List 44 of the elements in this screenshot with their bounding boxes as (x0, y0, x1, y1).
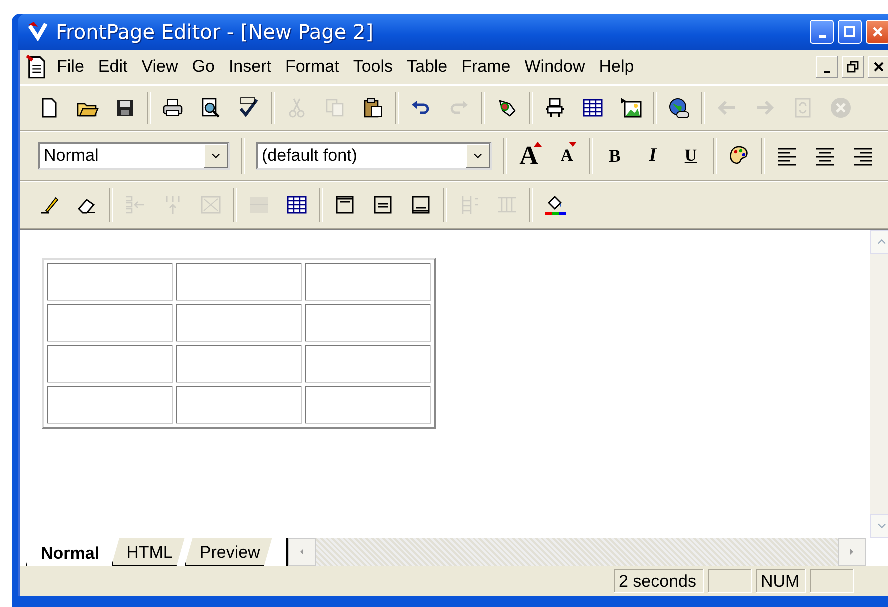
maximize-icon (844, 26, 856, 38)
minimize-icon (824, 70, 830, 72)
underline-button[interactable]: U (672, 138, 710, 174)
menu-item[interactable]: Help (592, 55, 642, 79)
close-button[interactable] (866, 20, 888, 44)
close-icon (873, 61, 885, 73)
menu-item[interactable]: View (134, 55, 186, 79)
menu-item[interactable]: Format (278, 55, 346, 79)
menu-item[interactable]: Table (400, 55, 455, 79)
restore-icon (847, 61, 859, 73)
empty-status-pane (708, 569, 752, 593)
style-dropdown[interactable]: Normal (38, 142, 230, 170)
grow-font-button[interactable]: A (510, 138, 548, 174)
menu-item[interactable]: Edit (91, 55, 135, 79)
empty-status-pane (810, 569, 854, 593)
menu-item[interactable]: Window (518, 55, 592, 79)
bold-button[interactable]: B (596, 138, 634, 174)
maximize-button[interactable] (838, 20, 862, 44)
menu-item[interactable]: File (50, 55, 92, 79)
picture-frame-icon (619, 96, 643, 120)
menu-item[interactable]: Go (185, 55, 222, 79)
minimize-icon (818, 34, 826, 38)
italic-button[interactable]: I (634, 138, 672, 174)
view-tab[interactable]: Preview (184, 538, 272, 566)
view-tab[interactable]: HTML (112, 538, 185, 566)
menu-item[interactable]: Frame (454, 55, 518, 79)
shrink-font-button[interactable]: A (548, 138, 586, 174)
stop-circle-icon (829, 96, 853, 120)
status-pane: NUM (756, 569, 806, 593)
close-document-button[interactable] (868, 56, 888, 78)
minimize-document-button[interactable] (816, 56, 838, 78)
font-dropdown[interactable]: (default font) (256, 142, 492, 170)
restore-document-button[interactable] (842, 56, 864, 78)
horizontal-scrollbar[interactable] (286, 538, 866, 566)
menu-item[interactable]: Insert (222, 55, 278, 79)
app-icon (26, 20, 50, 44)
spelling-check-icon (237, 96, 261, 120)
status-pane: 2 seconds (614, 569, 704, 593)
close-icon (872, 26, 884, 38)
vertical-scrollbar[interactable] (870, 230, 888, 538)
globe-icon (667, 96, 691, 120)
menu-item[interactable]: Tools (346, 55, 400, 79)
window-title: FrontPage Editor - [New Page 2] (56, 20, 375, 44)
minimize-button[interactable] (810, 20, 834, 44)
